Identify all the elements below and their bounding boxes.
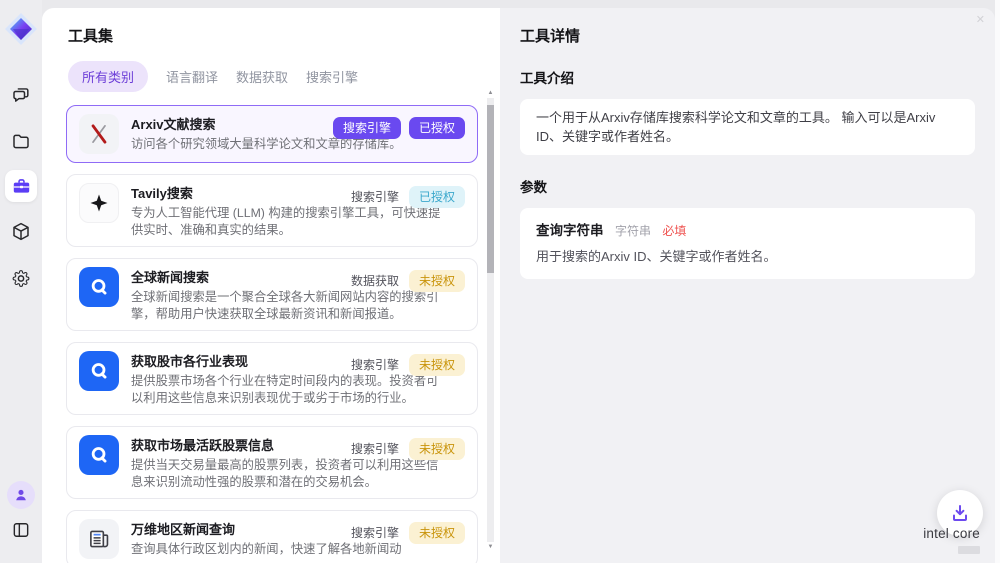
tool-list: Arxiv文献搜索 访问各个研究领域大量科学论文和文章的存储库。 搜索引擎 已授…: [42, 105, 500, 563]
right-edge-strip: [995, 0, 1000, 563]
auth-status-badge: 已授权: [409, 117, 465, 139]
tool-description: 全球新闻搜索是一个聚合全球各大新闻网站内容的搜索引擎，帮助用户快速获取全球最新资…: [131, 289, 443, 322]
param-type: 字符串: [615, 224, 651, 238]
param-description: 用于搜索的Arxiv ID、关键字或作者姓名。: [536, 248, 959, 266]
params-heading: 参数: [520, 176, 975, 196]
auth-status-badge: 未授权: [409, 270, 465, 292]
tool-details-panel: ✕ 工具详情 工具介绍 一个用于从Arxiv存储库搜索科学论文和文章的工具。 输…: [500, 8, 995, 563]
gear-icon: [11, 268, 32, 289]
category-badge: 搜索引擎: [333, 117, 401, 139]
intel-core-text: intel core: [920, 526, 980, 541]
tool-card-arxiv[interactable]: Arxiv文献搜索 访问各个研究领域大量科学论文和文章的存储库。 搜索引擎 已授…: [66, 105, 478, 163]
tab-language-translation[interactable]: 语言翻译: [166, 61, 218, 92]
parameter-item: 查询字符串 字符串 必填 用于搜索的Arxiv ID、关键字或作者姓名。: [520, 208, 975, 279]
nav-files[interactable]: [11, 131, 32, 152]
app-logo: [4, 12, 38, 46]
tool-card-active-stocks[interactable]: 获取市场最活跃股票信息 提供当天交易量最高的股票列表，投资者可以利用这些信息来识…: [66, 426, 478, 499]
tool-card-global-news[interactable]: 全球新闻搜索 全球新闻搜索是一个聚合全球各大新闻网站内容的搜索引擎，帮助用户快速…: [66, 258, 478, 331]
tool-card-tavily[interactable]: Tavily搜索 专为人工智能代理 (LLM) 构建的搜索引擎工具，可快速提供实…: [66, 174, 478, 247]
auth-status-badge: 未授权: [409, 354, 465, 376]
nav-tools-active[interactable]: [5, 170, 37, 202]
category-badge: 搜索引擎: [349, 438, 401, 460]
person-icon: [12, 486, 30, 504]
category-badge: 数据获取: [349, 270, 401, 292]
tab-search-engine[interactable]: 搜索引擎: [306, 61, 358, 92]
tool-card-sector-performance[interactable]: 获取股市各行业表现 提供股票市场各个行业在特定时间段内的表现。投资者可以利用这些…: [66, 342, 478, 415]
user-avatar[interactable]: [7, 481, 35, 509]
intel-badge: [958, 546, 980, 554]
details-title: 工具详情: [520, 25, 975, 46]
cube-icon: [11, 221, 32, 242]
scrollbar-track[interactable]: [487, 98, 494, 542]
param-required-badge: 必填: [662, 224, 686, 238]
news-icon: [79, 519, 119, 559]
toolbox-icon: [11, 176, 32, 197]
nav-chat[interactable]: [11, 85, 32, 106]
auth-status-badge: 已授权: [409, 186, 465, 208]
toolset-title: 工具集: [42, 8, 500, 46]
tab-all-categories[interactable]: 所有类别: [68, 61, 148, 92]
param-name: 查询字符串: [536, 223, 604, 238]
scrollbar-thumb[interactable]: [487, 105, 494, 273]
tool-description: 专为人工智能代理 (LLM) 构建的搜索引擎工具，可快速提供实时、准确和真实的结…: [131, 205, 443, 238]
auth-status-badge: 未授权: [409, 522, 465, 544]
auth-status-badge: 未授权: [409, 438, 465, 460]
category-badge: 搜索引擎: [349, 354, 401, 376]
folder-icon: [11, 131, 32, 152]
tavily-icon: [79, 183, 119, 223]
scroll-down-icon[interactable]: ▼: [486, 542, 495, 552]
intro-heading: 工具介绍: [520, 67, 975, 87]
category-tabs: 所有类别 语言翻译 数据获取 搜索引擎: [68, 61, 500, 92]
tool-description: 提供股票市场各个行业在特定时间段内的表现。投资者可以利用这些信息来识别表现优于或…: [131, 373, 443, 406]
download-icon: [948, 501, 972, 525]
category-badge: 搜索引擎: [349, 522, 401, 544]
panel-icon: [11, 520, 31, 540]
close-icon[interactable]: ✕: [976, 13, 985, 26]
tool-description: 提供当天交易量最高的股票列表，投资者可以利用这些信息来识别流动性强的股票和潜在的…: [131, 457, 443, 490]
search-q-icon: [79, 267, 119, 307]
intel-core-logo: intel core: [920, 526, 980, 559]
search-q-icon: [79, 351, 119, 391]
search-q-icon: [79, 435, 119, 475]
chat-icon: [11, 85, 32, 106]
tool-card-regional-news[interactable]: 万维地区新闻查询 查询具体行政区划内的新闻，快速了解各地新闻动 搜索引擎 未授权: [66, 510, 478, 563]
scroll-up-icon[interactable]: ▲: [486, 88, 495, 98]
list-scrollbar[interactable]: ▲ ▼: [486, 88, 495, 552]
sidebar-toggle[interactable]: [11, 520, 31, 540]
left-rail: [0, 0, 42, 563]
intro-text: 一个用于从Arxiv存储库搜索科学论文和文章的工具。 输入可以是Arxiv ID…: [520, 99, 975, 155]
tab-data-acquisition[interactable]: 数据获取: [236, 61, 288, 92]
arxiv-icon: [79, 114, 119, 154]
gem-logo-icon: [4, 12, 38, 46]
category-badge: 搜索引擎: [349, 186, 401, 208]
app-frame: 工具集 所有类别 语言翻译 数据获取 搜索引擎 Arxiv文献搜索 访问各个研究…: [42, 8, 995, 563]
nav-models[interactable]: [11, 221, 32, 242]
toolset-panel: 工具集 所有类别 语言翻译 数据获取 搜索引擎 Arxiv文献搜索 访问各个研究…: [42, 8, 500, 563]
nav-settings[interactable]: [11, 268, 32, 289]
